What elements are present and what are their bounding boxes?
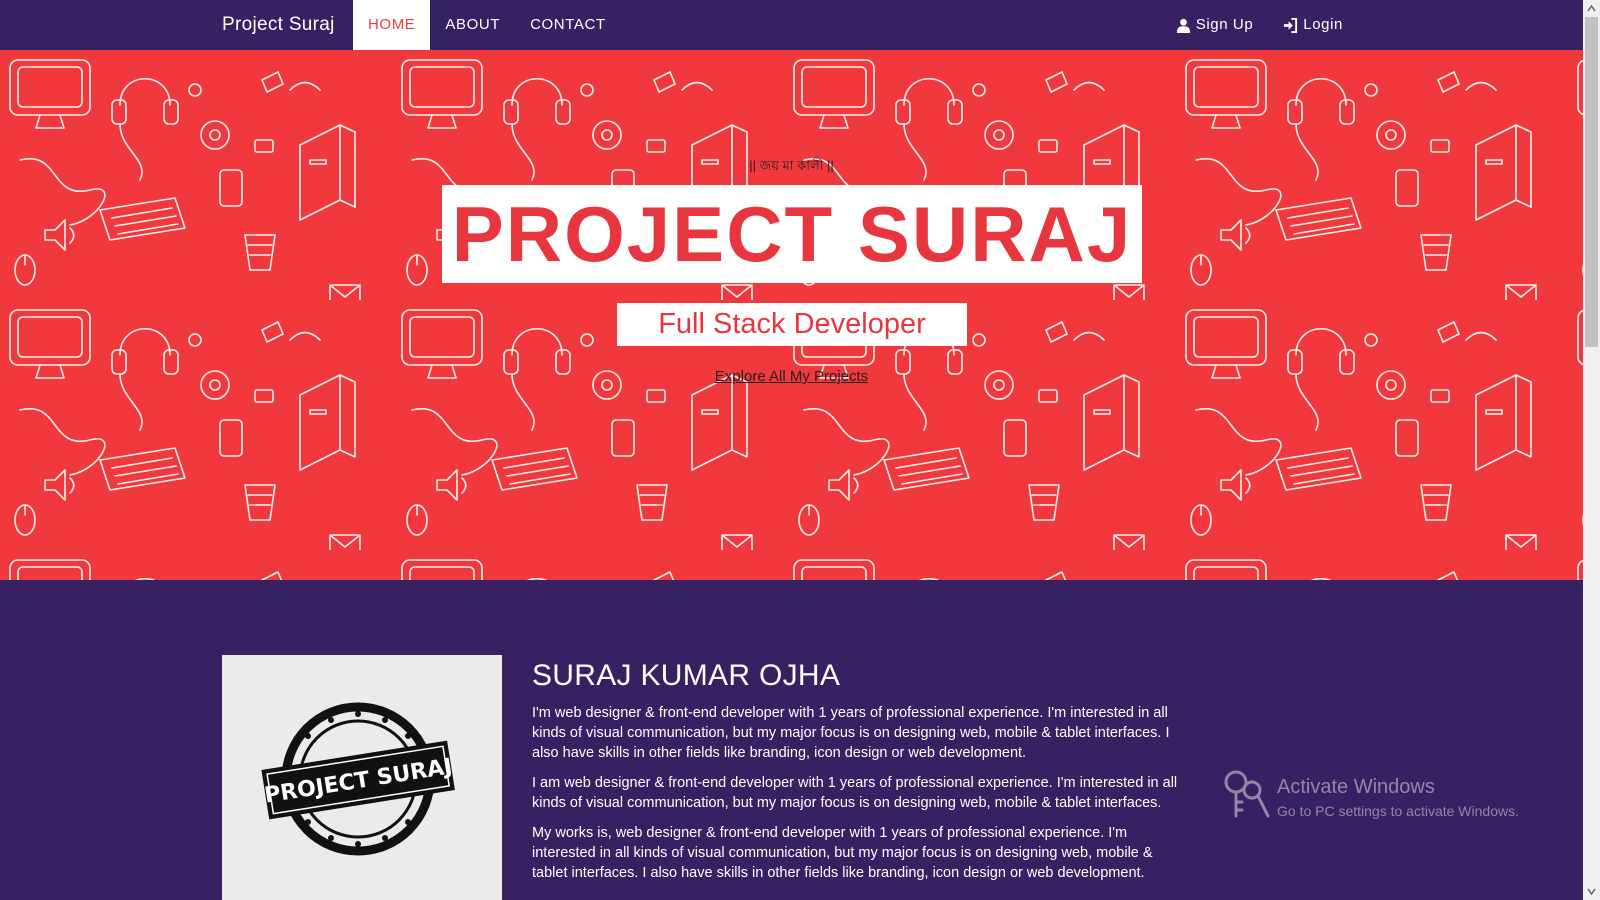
about-text: I'm web designer & front-end developer w… [532, 703, 1187, 893]
profile-logo-image: PROJECT SURAJ [222, 655, 502, 900]
hero-subtitle-box: Full Stack Developer [617, 303, 967, 346]
about-paragraph-2: I am web designer & front-end developer … [532, 775, 1178, 811]
user-icon [1176, 18, 1190, 33]
hero-subtitle: Full Stack Developer [658, 308, 926, 340]
hero-title: PROJECT SURAJ [451, 190, 1133, 278]
page-scrollbar[interactable] [1583, 0, 1600, 900]
about-name: SURAJ KUMAR OJHA [532, 659, 841, 692]
stamp-logo: PROJECT SURAJ [261, 702, 455, 856]
hero-motto: || জয় মা কালী || [749, 158, 834, 173]
nav-home[interactable]: HOME [353, 0, 431, 50]
hero-title-box: PROJECT SURAJ [442, 185, 1142, 283]
key-icon [1224, 770, 1270, 818]
scroll-down-arrow-icon[interactable] [1583, 883, 1600, 900]
scroll-up-arrow-icon[interactable] [1583, 0, 1600, 17]
scrollbar-thumb[interactable] [1585, 17, 1598, 347]
signup-label: Sign Up [1195, 16, 1254, 33]
nav-contact[interactable]: CONTACT [515, 0, 621, 50]
login-label: Login [1303, 16, 1343, 33]
nav-links: HOME ABOUT CONTACT [353, 0, 621, 50]
watermark-title: Activate Windows [1277, 776, 1435, 798]
login-icon [1284, 17, 1298, 33]
nav-about[interactable]: ABOUT [430, 0, 515, 50]
signup-link[interactable]: Sign Up [1161, 0, 1269, 50]
brand-link[interactable]: Project Suraj [222, 0, 335, 50]
about-paragraph-1: I'm web designer & front-end developer w… [532, 705, 1170, 761]
hero-section: || জয় মা কালী || PROJECT SURAJ Full Sta… [0, 50, 1583, 580]
watermark-subtitle: Go to PC settings to activate Windows. [1277, 803, 1519, 819]
explore-projects-link[interactable]: Explore All My Projects [0, 368, 1583, 385]
activate-windows-watermark: Activate Windows Go to PC settings to ac… [1222, 768, 1552, 824]
nav-right: Sign Up Login [1161, 0, 1358, 50]
navbar: Project Suraj HOME ABOUT CONTACT Sign Up… [0, 0, 1583, 50]
about-paragraph-3: My works is, web designer & front-end de… [532, 825, 1153, 881]
login-link[interactable]: Login [1268, 0, 1358, 50]
